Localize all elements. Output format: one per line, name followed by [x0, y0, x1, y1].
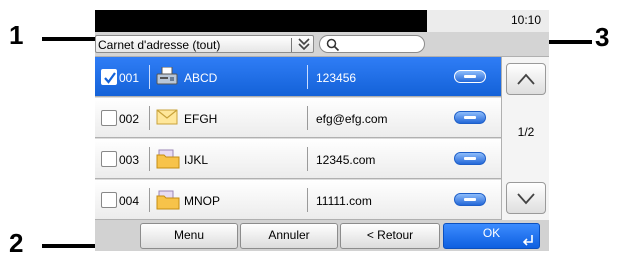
- back-button[interactable]: < Retour: [340, 223, 440, 249]
- scroll-down-button[interactable]: [506, 182, 546, 214]
- address-book-select[interactable]: Carnet d'adresse (tout): [95, 35, 314, 53]
- menu-button[interactable]: Menu: [140, 223, 238, 249]
- details-dash-icon: [464, 75, 476, 78]
- column-divider: [307, 188, 308, 212]
- column-divider: [307, 65, 308, 89]
- callout-3: 3: [595, 22, 610, 52]
- search-input[interactable]: [319, 35, 425, 53]
- status-bar-message-area: [95, 10, 427, 32]
- column-divider: [307, 106, 308, 130]
- contact-name: IJKL: [184, 153, 209, 167]
- details-dash-icon: [464, 198, 476, 201]
- details-dash-icon: [464, 157, 476, 160]
- folder-icon: [156, 190, 180, 213]
- checkmark-icon: [104, 72, 116, 84]
- details-dash-icon: [464, 116, 476, 119]
- contact-destination: efg@efg.com: [316, 112, 388, 126]
- page-indicator: 1/2: [517, 125, 535, 139]
- address-list: 001 ABCD 123456 002 EFGH efg@efg.com 003…: [95, 57, 501, 220]
- column-divider: [149, 188, 150, 212]
- double-chevron-down-icon[interactable]: [296, 36, 312, 57]
- list-item[interactable]: 003 IJKL 12345.com: [95, 139, 501, 179]
- address-book-panel: 10:10 Carnet d'adresse (tout) 001 ABCD 1…: [95, 10, 549, 251]
- row-number: 003: [119, 153, 140, 167]
- contact-destination: 123456: [316, 71, 357, 85]
- callout-1-line: [42, 37, 97, 41]
- contact-name: EFGH: [184, 112, 218, 126]
- details-button[interactable]: [454, 152, 486, 165]
- details-button[interactable]: [454, 70, 486, 83]
- enter-icon: [522, 235, 533, 246]
- column-divider: [149, 147, 150, 171]
- scroll-panel: 1/2: [501, 57, 549, 220]
- select-separator: [291, 38, 292, 52]
- chevron-up-icon: [517, 73, 535, 85]
- details-button[interactable]: [454, 193, 486, 206]
- details-button[interactable]: [454, 111, 486, 124]
- row-checkbox[interactable]: [101, 192, 117, 208]
- folder-icon: [156, 149, 180, 172]
- row-number: 002: [119, 112, 140, 126]
- list-item[interactable]: 004 MNOP 11111.com: [95, 180, 501, 220]
- toolbar: Carnet d'adresse (tout): [95, 32, 549, 57]
- contact-name: MNOP: [184, 194, 220, 208]
- list-item[interactable]: 001 ABCD 123456: [95, 57, 501, 97]
- row-checkbox[interactable]: [101, 69, 117, 85]
- callout-1: 1: [9, 20, 24, 50]
- status-bar: 10:10: [95, 10, 549, 32]
- address-book-label: Carnet d'adresse (tout): [98, 38, 221, 52]
- contact-name: ABCD: [184, 71, 218, 85]
- email-icon: [156, 108, 178, 129]
- search-icon: [326, 38, 340, 52]
- ok-label: OK: [482, 226, 501, 240]
- column-divider: [307, 147, 308, 171]
- callout-2: 2: [9, 228, 24, 258]
- ok-button[interactable]: OK: [443, 223, 540, 249]
- contact-destination: 11111.com: [316, 194, 372, 208]
- column-divider: [149, 65, 150, 89]
- row-number: 001: [119, 71, 140, 85]
- bottom-bar: Menu Annuler < Retour OK: [95, 220, 549, 251]
- column-divider: [149, 106, 150, 130]
- row-checkbox[interactable]: [101, 110, 117, 126]
- clock: 10:10: [510, 13, 541, 27]
- cancel-button[interactable]: Annuler: [240, 223, 338, 249]
- contact-destination: 12345.com: [316, 153, 376, 167]
- fax-icon: [156, 66, 178, 88]
- list-item[interactable]: 002 EFGH efg@efg.com: [95, 98, 501, 138]
- row-number: 004: [119, 194, 140, 208]
- row-checkbox[interactable]: [101, 151, 117, 167]
- scroll-up-button[interactable]: [506, 63, 546, 95]
- chevron-down-icon: [517, 193, 535, 205]
